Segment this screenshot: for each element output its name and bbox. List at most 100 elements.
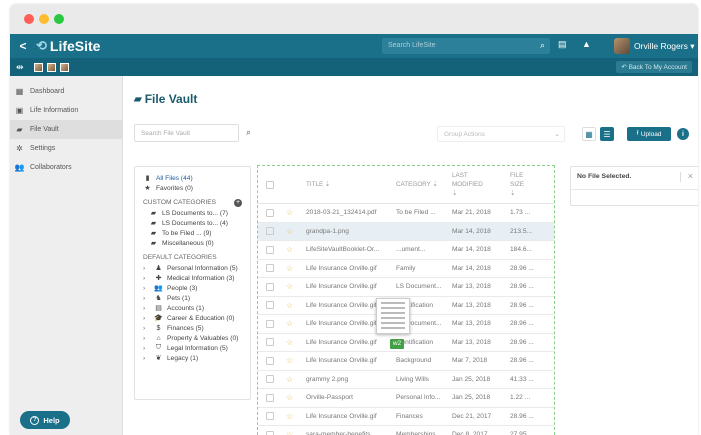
close-icon[interactable]: ×: [688, 171, 693, 181]
expand-arrow-icon[interactable]: ›: [143, 315, 150, 322]
file-title[interactable]: LifeSiteVaultBooklet-Or...: [306, 246, 396, 253]
favorite-star-icon[interactable]: ☆: [286, 208, 294, 217]
favorite-star-icon[interactable]: ☆: [286, 412, 294, 421]
favorite-star-icon[interactable]: ☆: [286, 282, 294, 291]
category-all-files[interactable]: ▮ All Files (44): [143, 173, 242, 183]
favorite-star-icon[interactable]: ☆: [286, 264, 294, 273]
bell-icon[interactable]: ▲: [582, 39, 591, 49]
category-custom-item[interactable]: ▰ LS Documents to... (7): [143, 208, 242, 218]
help-button[interactable]: ? Help: [20, 411, 70, 429]
global-search-input[interactable]: Search LifeSite ⌕: [382, 38, 550, 54]
category-custom-item[interactable]: ▰ Miscellaneous (0): [143, 238, 242, 248]
category-default-item[interactable]: › $ Finances (5): [143, 323, 242, 333]
back-to-my-account-button[interactable]: ↶ Back To My Account: [616, 61, 692, 73]
table-row[interactable]: ☆ Life Insurance Orville.gif LS Document..…: [258, 278, 554, 297]
sidebar-item-settings[interactable]: ✲ Settings: [10, 139, 122, 158]
minimize-window-dot[interactable]: [39, 14, 49, 24]
info-button[interactable]: i: [677, 128, 689, 140]
grid-view-button[interactable]: ▦: [582, 127, 596, 141]
expand-arrow-icon[interactable]: ›: [143, 285, 150, 292]
sidebar-item-life-information[interactable]: ▣ Life Information: [10, 101, 122, 120]
table-row[interactable]: ☆ Life Insurance Orville.gif Background Mar…: [258, 352, 554, 371]
expand-arrow-icon[interactable]: ›: [143, 295, 150, 302]
table-row[interactable]: ☆ grammy 2.png Living Wills Jan 25, 2018 41.…: [258, 371, 554, 389]
column-category[interactable]: CATEGORY ⇣: [396, 181, 452, 188]
category-default-item[interactable]: › ❦ Legacy (1): [143, 353, 242, 363]
file-title[interactable]: Orville-Passport: [306, 394, 396, 401]
category-default-item[interactable]: › ⌂ Property & Valuables (0): [143, 333, 242, 343]
column-last-modified[interactable]: LAST MODIFIED ⇣: [452, 171, 510, 198]
category-favorites[interactable]: ★ Favorites (0): [143, 183, 242, 193]
favorite-star-icon[interactable]: ☆: [286, 319, 294, 328]
category-default-item[interactable]: › 👥 People (3): [143, 283, 242, 293]
close-window-dot[interactable]: [24, 14, 34, 24]
lifesite-logo[interactable]: ⟲ LifeSite: [36, 38, 100, 54]
row-checkbox[interactable]: [266, 319, 274, 328]
row-checkbox[interactable]: [266, 208, 274, 217]
table-row[interactable]: ☆ 2018-03-21_132414.pdf To be Filed ... Mar…: [258, 204, 554, 223]
account-thumb-1[interactable]: [33, 62, 43, 72]
column-file-size[interactable]: FILE SIZE ⇣: [510, 171, 544, 198]
sidebar-item-file-vault[interactable]: ▰ File Vault: [10, 120, 122, 139]
file-title[interactable]: Life Insurance Orville.gif: [306, 413, 396, 420]
maximize-window-dot[interactable]: [54, 14, 64, 24]
row-checkbox[interactable]: [266, 430, 274, 435]
category-default-item[interactable]: › 🎓 Career & Education (0): [143, 313, 242, 323]
file-vault-search-input[interactable]: Search File Vault: [134, 124, 239, 142]
category-default-item[interactable]: › ♟ Personal Information (5): [143, 263, 242, 273]
account-thumb-3[interactable]: [59, 62, 69, 72]
favorite-star-icon[interactable]: ☆: [286, 227, 294, 236]
category-default-item[interactable]: › ✚ Medical Information (3): [143, 273, 242, 283]
file-title[interactable]: 2018-03-21_132414.pdf: [306, 209, 396, 216]
expand-arrow-icon[interactable]: ›: [143, 335, 150, 342]
favorite-star-icon[interactable]: ☆: [286, 301, 294, 310]
expand-arrow-icon[interactable]: ›: [143, 345, 150, 352]
expand-arrow-icon[interactable]: ›: [143, 275, 150, 282]
search-icon[interactable]: ⌕: [246, 127, 251, 138]
table-row[interactable]: ☆ sara-member-benefits Memberships Dec 8, 2…: [258, 426, 554, 435]
user-menu[interactable]: Orville Rogers ▾: [614, 38, 694, 54]
row-checkbox[interactable]: [266, 264, 274, 273]
table-row[interactable]: ☆ Orville-Passport Personal Info... Jan 25,…: [258, 389, 554, 408]
file-title[interactable]: Life Insurance Orville.gif: [306, 283, 396, 290]
favorite-star-icon[interactable]: ☆: [286, 375, 294, 384]
file-title[interactable]: Life Insurance Orville.gif: [306, 339, 396, 346]
search-icon[interactable]: ⌕: [540, 40, 545, 51]
category-default-item[interactable]: › ⛉ Legal Information (5): [143, 343, 242, 353]
row-checkbox[interactable]: [266, 282, 274, 291]
row-checkbox[interactable]: [266, 245, 274, 254]
table-row[interactable]: ☆ LifeSiteVaultBooklet-Or... ...ument... Ma…: [258, 241, 554, 260]
switch-account-icon[interactable]: ⇹: [16, 62, 24, 73]
table-row[interactable]: ☆ Life Insurance Orville.gif Identificatio…: [258, 334, 554, 352]
sidebar-item-dashboard[interactable]: ▦ Dashboard: [10, 82, 122, 101]
file-title[interactable]: Life Insurance Orville.gif: [306, 357, 396, 364]
row-checkbox[interactable]: [266, 227, 274, 236]
file-title[interactable]: grammy 2.png: [306, 376, 396, 383]
favorite-star-icon[interactable]: ☆: [286, 245, 294, 254]
add-category-icon[interactable]: +: [234, 198, 242, 207]
column-title[interactable]: TITLE ⇣: [306, 181, 396, 188]
expand-arrow-icon[interactable]: ›: [143, 265, 150, 272]
table-row[interactable]: ☆ grandpa-1.png Mar 14, 2018 213.5...: [258, 222, 554, 241]
category-default-item[interactable]: › ♞ Pets (1): [143, 293, 242, 303]
category-custom-item[interactable]: ▰ To be Filed ... (9): [143, 228, 242, 238]
row-checkbox[interactable]: [266, 301, 274, 310]
expand-arrow-icon[interactable]: ›: [143, 325, 150, 332]
category-custom-item[interactable]: ▰ LS Documents to... (4): [143, 218, 242, 228]
table-row[interactable]: ☆ Life Insurance Orville.gif Family Mar 14,…: [258, 260, 554, 278]
favorite-star-icon[interactable]: ☆: [286, 356, 294, 365]
file-title[interactable]: grandpa-1.png: [306, 228, 396, 235]
favorite-star-icon[interactable]: ☆: [286, 430, 294, 435]
upload-button[interactable]: ⭱ Upload: [627, 127, 671, 141]
expand-arrow-icon[interactable]: ›: [143, 355, 150, 362]
account-thumb-2[interactable]: [46, 62, 56, 72]
expand-arrow-icon[interactable]: ›: [143, 305, 150, 312]
row-checkbox[interactable]: [266, 338, 274, 347]
row-checkbox[interactable]: [266, 393, 274, 402]
category-default-item[interactable]: › ▤ Accounts (1): [143, 303, 242, 313]
row-checkbox[interactable]: [266, 375, 274, 384]
favorite-star-icon[interactable]: ☆: [286, 338, 294, 347]
file-title[interactable]: sara-member-benefits: [306, 431, 396, 435]
list-view-button[interactable]: ☰: [600, 127, 614, 141]
sidebar-item-collaborators[interactable]: 👥 Collaborators: [10, 158, 122, 177]
